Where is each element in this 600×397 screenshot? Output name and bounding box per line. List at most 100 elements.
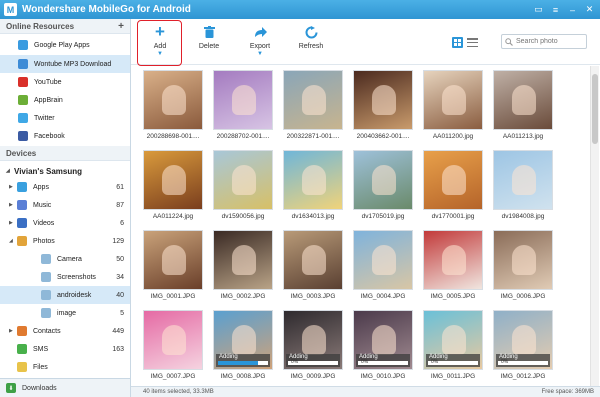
sidebar-item-facebook[interactable]: Facebook — [0, 127, 130, 145]
photo-image[interactable] — [283, 150, 343, 210]
photo-thumbnail[interactable]: Adding 0% IMG_0010.JPG — [353, 310, 413, 380]
sidebar-item-image[interactable]: image 5 — [0, 304, 130, 322]
photo-image[interactable]: Adding — [213, 310, 273, 370]
sidebar-item-sms[interactable]: SMS 163 — [0, 340, 130, 358]
photo-image[interactable] — [423, 150, 483, 210]
sidebar-item-label: Videos — [33, 219, 55, 227]
adding-overlay: Adding 0% — [426, 354, 480, 367]
photo-image[interactable] — [493, 70, 553, 130]
collapse-arrow-icon[interactable]: ◢ — [6, 168, 14, 174]
photo-image[interactable] — [143, 150, 203, 210]
expand-arrow-icon[interactable]: ▶ — [9, 220, 17, 226]
photo-thumbnail[interactable]: Adding 0% IMG_0009.JPG — [283, 310, 343, 380]
sidebar-item-androidesk[interactable]: androidesk 40 — [0, 286, 130, 304]
photo-thumbnail[interactable]: dv1770001.jpg — [423, 150, 483, 220]
export-button[interactable]: Export ▼ — [243, 19, 277, 65]
downloads-button[interactable]: ⬇ Downloads — [0, 378, 130, 397]
add-button[interactable]: + Add ▼ — [145, 19, 175, 65]
scrollbar-thumb[interactable] — [592, 74, 598, 144]
sidebar-item-contacts[interactable]: ▶ Contacts 449 — [0, 322, 130, 340]
photo-thumbnail[interactable]: IMG_0005.JPG — [423, 230, 483, 300]
photo-image[interactable] — [283, 230, 343, 290]
photo-filename: IMG_0004.JPG — [360, 293, 406, 300]
vertical-scrollbar[interactable] — [590, 66, 599, 386]
expand-arrow-icon[interactable]: ◢ — [9, 238, 17, 244]
photo-filename: dv1634013.jpg — [291, 213, 335, 220]
item-count: 163 — [112, 345, 124, 353]
photo-image[interactable] — [213, 70, 273, 130]
photo-image[interactable]: Adding 0% — [423, 310, 483, 370]
photo-image[interactable] — [353, 150, 413, 210]
refresh-button[interactable]: Refresh — [294, 19, 328, 65]
sidebar-item-apps[interactable]: ▶ Apps 61 — [0, 178, 130, 196]
photo-subject — [372, 85, 396, 115]
photo-thumbnail[interactable]: AA011200.jpg — [423, 70, 483, 140]
expand-arrow-icon[interactable]: ▶ — [9, 328, 17, 334]
photo-thumbnail[interactable]: AA011224.jpg — [143, 150, 203, 220]
add-resource-icon[interactable]: + — [118, 21, 124, 32]
window-controls: ▭ ≡ – ✕ — [531, 2, 597, 17]
photo-image[interactable] — [213, 230, 273, 290]
sidebar-item-screenshots[interactable]: Screenshots 34 — [0, 268, 130, 286]
photo-thumbnail[interactable]: dv1590056.jpg — [213, 150, 273, 220]
photo-image[interactable] — [353, 70, 413, 130]
sidebar-item-appbrain[interactable]: AppBrain — [0, 91, 130, 109]
export-dropdown-icon[interactable]: ▼ — [257, 51, 263, 57]
minimize-icon[interactable]: – — [565, 2, 580, 17]
sidebar-item-videos[interactable]: ▶ Videos 6 — [0, 214, 130, 232]
photo-thumbnail[interactable]: 200322871-001.... — [283, 70, 343, 140]
photo-thumbnail[interactable]: 200288698-001.... — [143, 70, 203, 140]
sidebar-item-label: Files — [33, 363, 48, 371]
photo-image[interactable]: Adding 0% — [353, 310, 413, 370]
sidebar-item-music[interactable]: ▶ Music 87 — [0, 196, 130, 214]
photo-thumbnail[interactable]: dv1705019.jpg — [353, 150, 413, 220]
photo-grid: 200288698-001.... 200288702-001.... 200322… — [131, 66, 600, 386]
delete-button[interactable]: Delete — [193, 19, 225, 65]
photo-image[interactable] — [353, 230, 413, 290]
photo-thumbnail[interactable]: IMG_0006.JPG — [493, 230, 553, 300]
sidebar-item-wontube[interactable]: Wontube MP3 Download — [0, 55, 130, 73]
progress-bar: 0% — [428, 359, 478, 365]
menu-icon[interactable]: ≡ — [548, 2, 563, 17]
photo-thumbnail[interactable]: dv1634013.jpg — [283, 150, 343, 220]
sidebar-item-twitter[interactable]: Twitter — [0, 109, 130, 127]
photo-thumbnail[interactable]: IMG_0004.JPG — [353, 230, 413, 300]
photo-image[interactable] — [423, 230, 483, 290]
sidebar-item-google-play[interactable]: Google Play Apps — [0, 36, 130, 54]
photo-image[interactable] — [143, 230, 203, 290]
grid-view-icon[interactable] — [452, 37, 463, 48]
photo-thumbnail[interactable]: IMG_0002.JPG — [213, 230, 273, 300]
sidebar-item-photos[interactable]: ◢ Photos 129 — [0, 232, 130, 250]
sidebar-item-camera[interactable]: Camera 50 — [0, 250, 130, 268]
photo-image[interactable] — [213, 150, 273, 210]
sidebar-item-files[interactable]: Files — [0, 358, 130, 376]
close-icon[interactable]: ✕ — [582, 2, 597, 17]
feedback-icon[interactable]: ▭ — [531, 2, 546, 17]
list-view-icon[interactable] — [467, 37, 478, 48]
photo-image[interactable] — [143, 310, 203, 370]
photo-image[interactable] — [283, 70, 343, 130]
photo-image[interactable] — [423, 70, 483, 130]
sidebar-item-youtube[interactable]: YouTube — [0, 73, 130, 91]
photo-thumbnail[interactable]: 200403662-001.... — [353, 70, 413, 140]
photo-thumbnail[interactable]: Adding 0% IMG_0011.JPG — [423, 310, 483, 380]
expand-arrow-icon[interactable]: ▶ — [9, 202, 17, 208]
add-dropdown-icon[interactable]: ▼ — [157, 51, 163, 57]
photo-thumbnail[interactable]: dv1984008.jpg — [493, 150, 553, 220]
expand-arrow-icon[interactable]: ▶ — [9, 184, 17, 190]
photo-thumbnail[interactable]: 200288702-001.... — [213, 70, 273, 140]
photo-thumbnail[interactable]: IMG_0007.JPG — [143, 310, 203, 380]
photo-image[interactable]: Adding 0% — [283, 310, 343, 370]
photo-thumbnail[interactable]: IMG_0003.JPG — [283, 230, 343, 300]
photo-image[interactable] — [493, 230, 553, 290]
photo-thumbnail[interactable]: IMG_0001.JPG — [143, 230, 203, 300]
photo-thumbnail[interactable]: Adding 0% IMG_0012.JPG — [493, 310, 553, 380]
search-input[interactable] — [516, 38, 586, 45]
photo-filename: IMG_0005.JPG — [430, 293, 476, 300]
photo-image[interactable] — [493, 150, 553, 210]
item-count: 129 — [112, 237, 124, 245]
photo-image[interactable] — [143, 70, 203, 130]
photo-thumbnail[interactable]: AA011213.jpg — [493, 70, 553, 140]
photo-thumbnail[interactable]: Adding IMG_0008.JPG — [213, 310, 273, 380]
photo-image[interactable]: Adding 0% — [493, 310, 553, 370]
